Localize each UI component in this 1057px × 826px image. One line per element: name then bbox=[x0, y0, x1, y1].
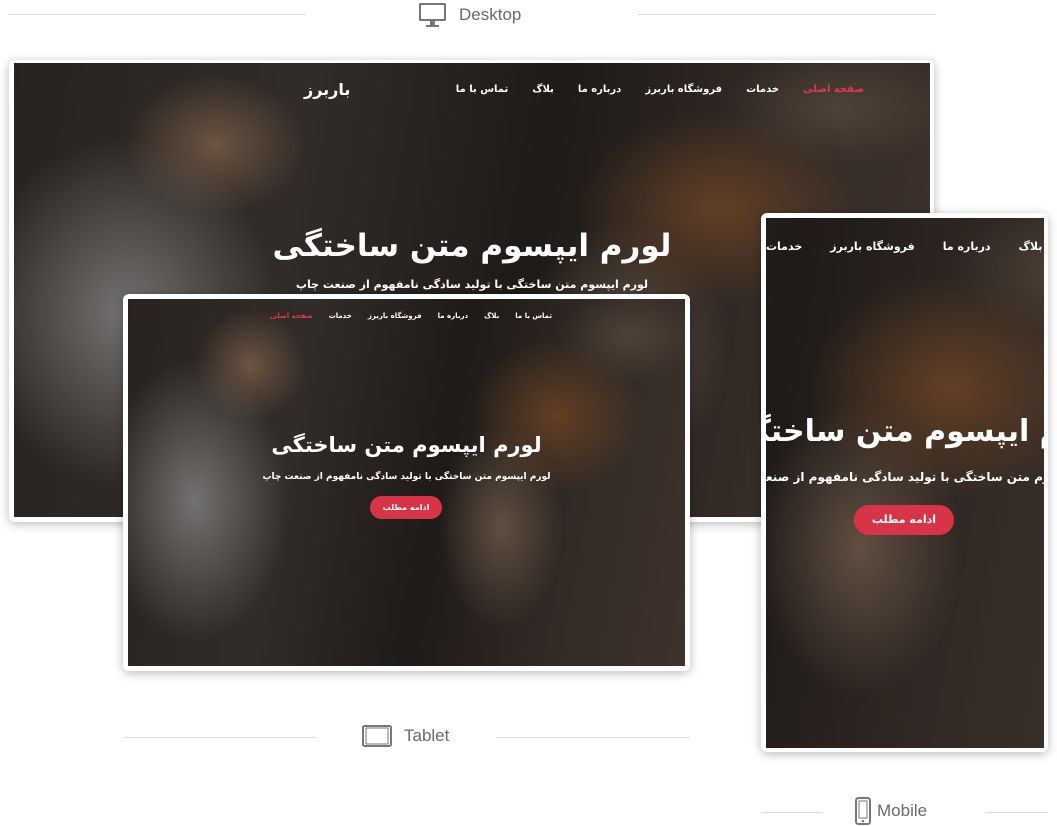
monitor-icon bbox=[419, 3, 446, 27]
desktop-label-text: Desktop bbox=[459, 5, 522, 24]
nav-about[interactable]: درباره ما bbox=[578, 84, 622, 95]
hero-subtitle: لورم ایپسوم متن ساختگی با تولید سادگی نا… bbox=[766, 470, 1044, 484]
mobile-label-text: Mobile bbox=[877, 801, 928, 820]
mobile-divider-left bbox=[761, 812, 823, 813]
tablet-preview: صفحه اصلی خدمات فروشگاه باربرز درباره ما… bbox=[123, 294, 690, 671]
nav-blog[interactable]: بلاگ bbox=[1019, 240, 1043, 253]
nav-blog[interactable]: بلاگ bbox=[532, 84, 554, 95]
read-more-button[interactable]: ادامه مطلب bbox=[854, 505, 954, 535]
nav-shop[interactable]: فروشگاه باربرز bbox=[368, 312, 422, 320]
brand-logo[interactable]: باربرز bbox=[304, 80, 350, 99]
tablet-label-text: Tablet bbox=[404, 726, 450, 745]
nav-about[interactable]: درباره ما bbox=[438, 312, 468, 320]
hero-title: لورم ایپسوم متن ساختگی bbox=[271, 433, 542, 457]
mobile-screen: خدمات فروشگاه باربرز درباره ما بلاگ لورم… bbox=[766, 218, 1044, 748]
tablet-divider-right bbox=[496, 737, 690, 738]
nav-shop[interactable]: فروشگاه باربرز bbox=[645, 84, 722, 95]
nav-contact[interactable]: تماس با ما bbox=[456, 84, 508, 95]
tablet-icon bbox=[362, 725, 392, 747]
desktop-label: Desktop bbox=[418, 2, 521, 28]
desktop-navbar: باربرز صفحه اصلی خدمات فروشگاه باربرز در… bbox=[304, 79, 864, 99]
read-more-button[interactable]: ادامه مطلب bbox=[370, 496, 442, 519]
mobile-preview: خدمات فروشگاه باربرز درباره ما بلاگ لورم… bbox=[761, 213, 1048, 752]
tablet-navbar: صفحه اصلی خدمات فروشگاه باربرز درباره ما… bbox=[270, 312, 552, 320]
phone-icon bbox=[855, 797, 871, 825]
nav-home[interactable]: صفحه اصلی bbox=[803, 84, 864, 95]
hero-subtitle: لورم ایپسوم متن ساختگی با تولید سادگی نا… bbox=[262, 472, 551, 482]
desktop-divider-right bbox=[638, 14, 936, 15]
tablet-screen: صفحه اصلی خدمات فروشگاه باربرز درباره ما… bbox=[128, 299, 685, 666]
mobile-label: Mobile bbox=[855, 797, 927, 825]
desktop-divider-left bbox=[8, 14, 306, 15]
nav-services[interactable]: خدمات bbox=[746, 84, 779, 95]
nav-about[interactable]: درباره ما bbox=[943, 240, 991, 253]
nav-services[interactable]: خدمات bbox=[766, 240, 802, 253]
tablet-divider-left bbox=[123, 737, 317, 738]
mobile-divider-right bbox=[985, 812, 1048, 813]
mobile-navbar: خدمات فروشگاه باربرز درباره ما بلاگ bbox=[766, 240, 1042, 253]
nav-contact[interactable]: تماس با ما bbox=[515, 312, 552, 320]
nav-home[interactable]: صفحه اصلی bbox=[270, 312, 313, 320]
nav-shop[interactable]: فروشگاه باربرز bbox=[830, 240, 914, 253]
hero-title: لورم ایپسوم متن ساختگی bbox=[766, 414, 1044, 449]
nav-blog[interactable]: بلاگ bbox=[484, 312, 499, 320]
nav-services[interactable]: خدمات bbox=[329, 312, 352, 320]
tablet-label: Tablet bbox=[362, 725, 449, 747]
